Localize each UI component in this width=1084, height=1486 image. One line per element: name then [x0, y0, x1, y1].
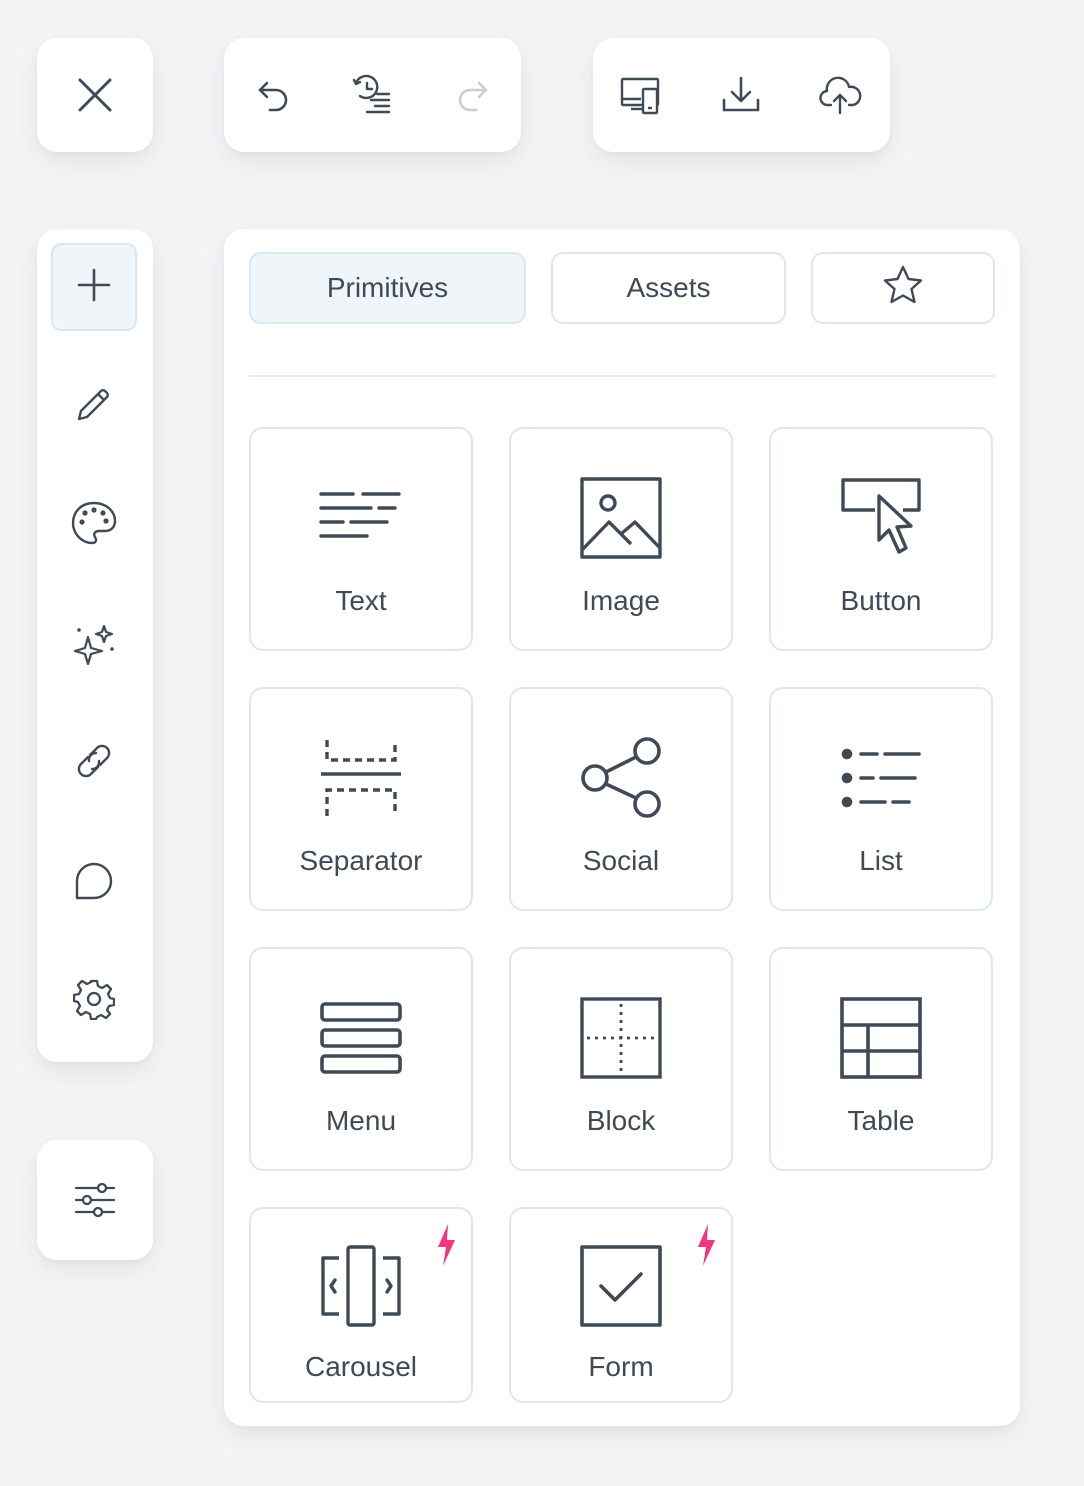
block-icon — [576, 993, 666, 1083]
tile-label: Block — [586, 1105, 656, 1136]
tile-text[interactable]: Text — [249, 427, 473, 651]
carousel-icon — [316, 1241, 406, 1331]
separator-icon — [316, 733, 406, 823]
tile-label: Carousel — [304, 1351, 418, 1382]
undo-icon — [254, 75, 294, 115]
redo-button[interactable] — [442, 65, 502, 125]
close-toolbar — [37, 38, 153, 152]
sidebar-item-edit[interactable] — [51, 362, 137, 450]
comment-icon — [73, 860, 115, 907]
text-icon — [316, 473, 406, 563]
tile-list[interactable]: List — [769, 687, 993, 911]
download-icon — [720, 74, 762, 116]
export-toolbar — [593, 38, 890, 152]
tile-button[interactable]: Button — [769, 427, 993, 651]
tile-social[interactable]: Social — [509, 687, 733, 911]
table-icon — [836, 993, 926, 1083]
close-icon — [75, 75, 115, 115]
checkbox-icon — [576, 1241, 666, 1331]
tile-label: Form — [588, 1351, 654, 1382]
preview-button[interactable] — [611, 65, 673, 127]
undo-button[interactable] — [244, 65, 304, 125]
upload-cloud-icon — [818, 75, 862, 117]
tile-label: Text — [335, 585, 387, 616]
gear-icon — [72, 978, 116, 1025]
history-icon — [351, 74, 395, 118]
history-toolbar — [224, 38, 521, 152]
sparkles-icon — [72, 621, 116, 670]
sidebar-item-add[interactable] — [51, 243, 137, 331]
menu-icon — [316, 993, 406, 1083]
sidebar-item-settings[interactable] — [51, 957, 137, 1045]
premium-bolt-icon — [695, 1223, 717, 1272]
tile-label: Table — [847, 1105, 915, 1136]
tile-label: Menu — [325, 1105, 397, 1136]
sliders-icon — [73, 1180, 117, 1220]
tile-table[interactable]: Table — [769, 947, 993, 1171]
tile-label: Button — [840, 585, 922, 616]
list-icon — [836, 733, 926, 823]
star-icon — [881, 264, 925, 313]
sidebar-item-links[interactable] — [51, 719, 137, 807]
sidebar — [37, 229, 153, 1062]
tile-label: Image — [582, 585, 660, 616]
tab-favorites[interactable] — [811, 252, 995, 324]
pencil-icon — [74, 384, 114, 429]
tab-assets[interactable]: Assets — [551, 252, 786, 324]
insert-panel: Primitives Assets Text Image Button Sepa… — [224, 229, 1020, 1426]
adjustments-button[interactable] — [37, 1140, 153, 1260]
tile-label: Social — [582, 845, 660, 876]
upload-button[interactable] — [809, 65, 871, 127]
tile-label: List — [859, 845, 903, 876]
share-icon — [576, 733, 666, 823]
link-icon — [72, 741, 116, 786]
sidebar-item-ai[interactable] — [51, 601, 137, 689]
tile-image[interactable]: Image — [509, 427, 733, 651]
history-button[interactable] — [342, 65, 404, 127]
redo-icon — [452, 75, 492, 115]
adjustments-panel — [37, 1140, 153, 1260]
preview-devices-icon — [619, 75, 665, 117]
premium-bolt-icon — [435, 1223, 457, 1272]
sidebar-item-comments[interactable] — [51, 839, 137, 927]
button-icon — [836, 473, 926, 563]
tile-form[interactable]: Form — [509, 1207, 733, 1403]
tile-label: Separator — [299, 845, 423, 876]
tab-label: Assets — [626, 272, 711, 303]
tile-separator[interactable]: Separator — [249, 687, 473, 911]
download-button[interactable] — [711, 65, 771, 125]
palette-icon — [70, 500, 118, 551]
divider — [249, 375, 995, 377]
tile-menu[interactable]: Menu — [249, 947, 473, 1171]
close-button[interactable] — [37, 38, 153, 152]
tab-label: Primitives — [326, 272, 449, 303]
image-icon — [576, 473, 666, 563]
tile-carousel[interactable]: Carousel — [249, 1207, 473, 1403]
tile-block[interactable]: Block — [509, 947, 733, 1171]
plus-icon — [76, 267, 112, 308]
sidebar-item-style[interactable] — [51, 481, 137, 569]
tab-primitives[interactable]: Primitives — [249, 252, 526, 324]
